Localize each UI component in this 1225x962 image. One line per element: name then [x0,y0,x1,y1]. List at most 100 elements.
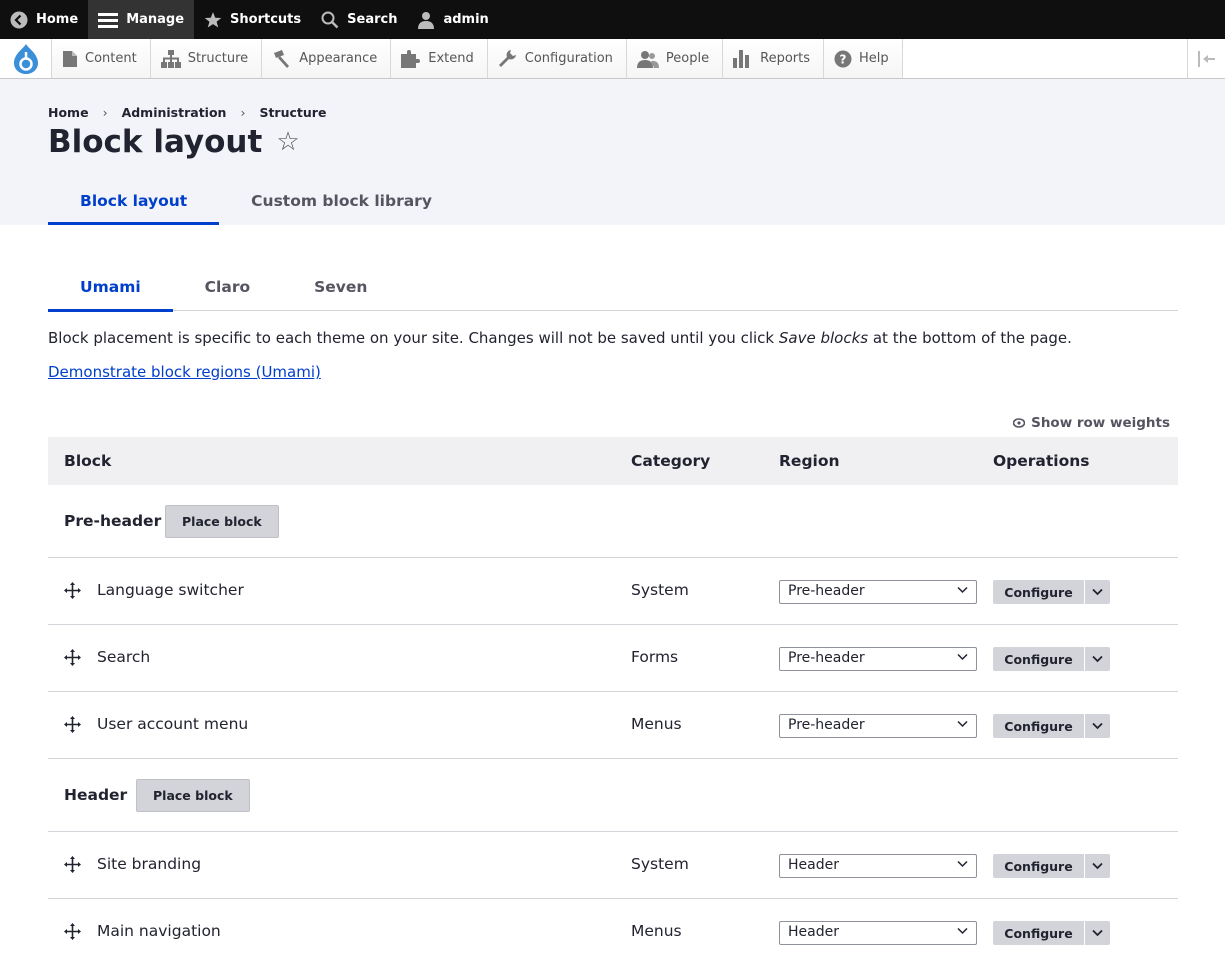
menu-appearance[interactable]: Appearance [262,39,392,78]
toolbar-search[interactable]: Search [311,0,407,39]
block-category: Forms [631,648,679,666]
toolbar-user[interactable]: admin [407,0,498,39]
region-name: Header [64,786,128,804]
drag-handle-icon[interactable] [64,649,81,666]
table-row: Main navigation Menus Header Configure [48,899,1178,962]
sitemap-icon [160,49,181,68]
block-category: System [631,855,689,873]
operations-toggle[interactable] [1085,580,1110,604]
menu-content[interactable]: Content [52,39,151,78]
document-icon [63,50,77,67]
shortcut-star-icon[interactable]: ☆ [276,127,299,157]
region-select[interactable]: Header [779,854,977,878]
operations-toggle[interactable] [1085,714,1110,738]
show-row-weights-button[interactable]: Show row weights [1013,415,1170,431]
paintbrush-icon [274,49,290,68]
menu-orientation-toggle[interactable] [1187,39,1225,78]
show-row-weights-label: Show row weights [1031,415,1170,431]
operations-toggle[interactable] [1085,921,1110,945]
table-row: User account menu Menus Pre-header Confi… [48,692,1178,759]
block-category: System [631,581,689,599]
menu-extend[interactable]: Extend [391,39,488,78]
configure-button[interactable]: Configure [993,854,1085,878]
page-header: Home › Administration › Structure Block … [0,79,1225,225]
block-name: Site branding [97,855,202,873]
configure-button[interactable]: Configure [993,580,1085,604]
chevron-down-icon [957,720,968,728]
configure-button[interactable]: Configure [993,921,1085,945]
chevron-down-icon [1092,929,1103,937]
drupal-logo[interactable] [0,39,52,78]
drag-handle-icon[interactable] [64,923,81,940]
menu-reports[interactable]: Reports [723,39,824,78]
region-select[interactable]: Pre-header [779,647,977,671]
block-name: User account menu [97,715,249,733]
page-title: Block layout [48,124,263,160]
description-after: at the bottom of the page. [868,329,1072,347]
block-category: Menus [631,715,682,733]
header-region: Region [779,452,840,470]
menu-help[interactable]: ? Help [824,39,903,78]
region-select-value: Pre-header [788,717,865,733]
toolbar-manage[interactable]: Manage [88,0,195,39]
operations-toggle[interactable] [1085,647,1110,671]
demonstrate-regions-link[interactable]: Demonstrate block regions (Umami) [48,363,321,381]
menu-configuration[interactable]: Configuration [487,39,627,78]
chevron-down-icon [1092,722,1103,730]
chevron-down-icon [957,927,968,935]
toolbar-shortcuts[interactable]: Shortcuts [194,0,311,39]
tab-custom-block-library[interactable]: Custom block library [219,180,464,225]
table-row: Site branding System Header Configure [48,832,1178,899]
region-select[interactable]: Pre-header [779,580,977,604]
header-category: Category [631,452,711,470]
toolbar-search-label: Search [347,12,398,27]
breadcrumb: Home › Administration › Structure [48,105,326,120]
region-select[interactable]: Pre-header [779,714,977,738]
menu-people[interactable]: People [626,39,724,78]
drupal-drop-icon [13,43,38,74]
toolbar-home[interactable]: Home [0,0,88,39]
place-block-button[interactable]: Place block [136,779,250,812]
description-text: Block placement is specific to each them… [48,329,1072,347]
menu-extend-label: Extend [428,51,474,66]
breadcrumb-structure[interactable]: Structure [259,105,326,120]
configure-split-button: Configure [993,854,1110,878]
configure-button[interactable]: Configure [993,647,1085,671]
region-select-value: Header [788,857,839,873]
primary-tabs: Block layout Custom block library [48,180,464,225]
menu-configuration-label: Configuration [524,51,613,66]
region-name: Pre-header [64,512,162,530]
help-icon: ? [834,50,852,67]
place-block-button[interactable]: Place block [165,505,279,538]
drag-handle-icon[interactable] [64,582,81,599]
drag-handle-icon[interactable] [64,856,81,873]
tab-block-layout[interactable]: Block layout [48,180,220,225]
chevron-down-icon [957,586,968,594]
table-row: Search Forms Pre-header Configure [48,625,1178,692]
svg-text:?: ? [840,52,847,66]
menu-people-label: People [665,51,710,66]
region-select[interactable]: Header [779,921,977,945]
breadcrumb-separator: › [240,105,246,120]
bar-chart-icon [733,49,750,68]
hamburger-icon [98,12,119,28]
configure-split-button: Configure [993,580,1110,604]
chevron-down-icon [1092,862,1103,870]
configure-button[interactable]: Configure [993,714,1085,738]
tab-umami[interactable]: Umami [48,266,173,312]
breadcrumb-separator: › [102,105,108,120]
region-select-value: Pre-header [788,650,865,666]
breadcrumb-home[interactable]: Home [48,105,89,120]
tab-claro[interactable]: Claro [173,266,282,311]
tab-seven[interactable]: Seven [282,266,399,311]
toolbar-shortcuts-label: Shortcuts [230,12,302,27]
people-icon [636,50,659,68]
menu-structure[interactable]: Structure [150,39,263,78]
chevron-down-icon [957,653,968,661]
wrench-icon [498,49,516,67]
table-row: Language switcher System Pre-header Conf… [48,558,1178,625]
operations-toggle[interactable] [1085,854,1110,878]
drag-handle-icon[interactable] [64,716,81,733]
table-header: Block Category Region Operations [48,437,1178,485]
breadcrumb-administration[interactable]: Administration [122,105,227,120]
